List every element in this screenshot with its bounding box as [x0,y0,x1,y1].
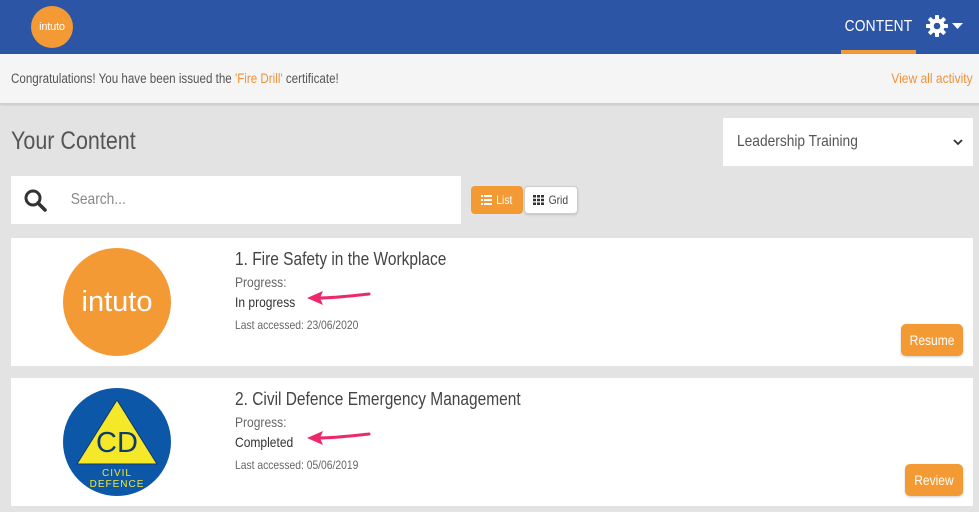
last-accessed: Last accessed: 05/06/2019 [235,458,359,472]
progress-label: Progress: [235,414,287,430]
last-accessed: Last accessed: 23/06/2020 [235,318,359,332]
list-icon [480,195,492,205]
course-card: intuto 1. Fire Safety in the Workplace P… [11,238,973,366]
progress-status: In progress [235,294,296,310]
caret-down-icon [952,23,963,29]
grid-view-button[interactable]: Grid [524,186,578,214]
view-all-activity-link[interactable]: View all activity [892,70,973,86]
grid-label: Grid [548,193,568,207]
notification-banner: Congratulations! You have been issued th… [0,54,979,104]
course-thumbnail[interactable]: intuto [63,248,171,356]
list-label: List [495,193,513,207]
gear-icon [926,15,948,37]
course-title[interactable]: 2. Civil Defence Emergency Management [235,389,521,410]
search-bar [11,176,461,224]
svg-text:CIVIL: CIVIL [102,468,132,479]
intuto-logo[interactable]: intuto [31,6,73,48]
grid-icon [532,195,544,205]
content-filter-select[interactable]: Leadership Training [723,118,973,166]
intuto-course-logo: intuto [63,248,171,356]
resume-button[interactable]: Resume [901,324,963,356]
nav-content-tab[interactable]: CONTENT [845,0,913,54]
progress-label: Progress: [235,274,287,290]
selected-filter-value: Leadership Training [737,133,858,150]
list-view-button[interactable]: List [471,186,523,214]
annotation-arrow-icon [307,291,371,305]
page-title: Your Content [11,127,136,155]
logo-text: intuto [39,21,65,33]
annotation-arrow-icon [307,431,371,445]
course-card: CD CIVIL DEFENCE 2. Civil Defence Emerge… [11,378,973,506]
course-title[interactable]: 1. Fire Safety in the Workplace [235,249,446,270]
review-button[interactable]: Review [905,464,963,496]
certificate-name: 'Fire Drill' [234,71,283,86]
logo-text: intuto [81,285,153,318]
search-input[interactable] [69,190,400,210]
progress-status: Completed [235,434,294,450]
certificate-message: Congratulations! You have been issued th… [11,71,339,86]
top-navbar: intuto CONTENT [0,0,979,54]
civil-defence-logo: CD CIVIL DEFENCE [63,388,171,496]
svg-text:CD: CD [96,427,138,459]
course-thumbnail[interactable]: CD CIVIL DEFENCE [63,388,171,496]
settings-menu-button[interactable] [925,12,967,40]
chevron-down-icon [953,139,963,146]
svg-text:DEFENCE: DEFENCE [90,479,145,490]
search-icon [24,189,47,212]
